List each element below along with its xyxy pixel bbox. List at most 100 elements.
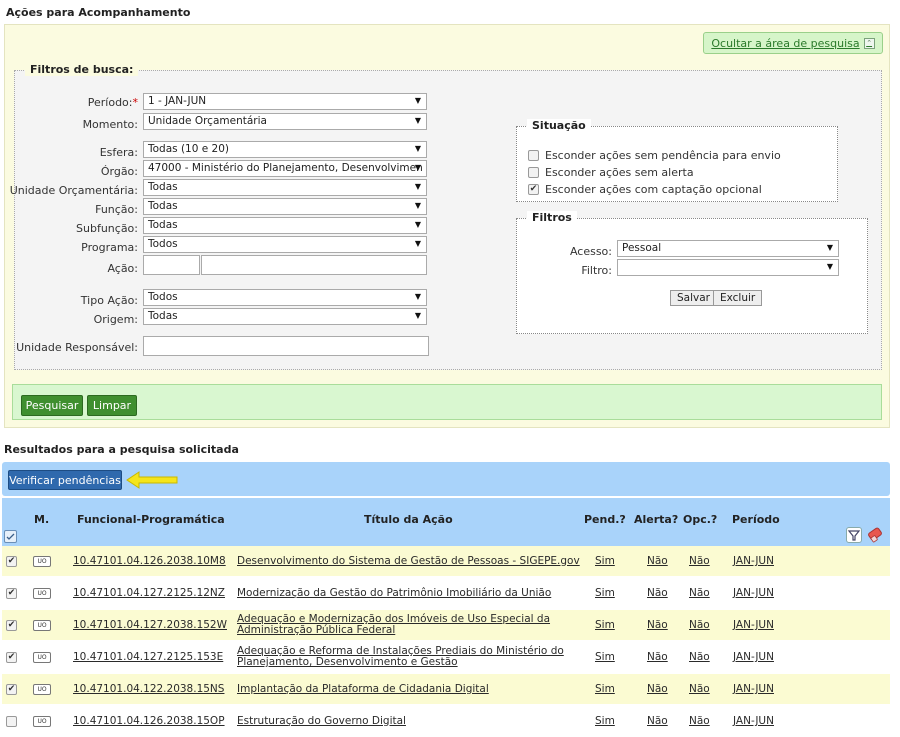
unidade-orcamentaria-select[interactable]: Todas ▼ [143, 179, 427, 196]
periodo-link[interactable]: JAN-JUN [733, 683, 774, 695]
acao-description-input[interactable] [201, 255, 427, 275]
opc-link[interactable]: Não [689, 715, 710, 727]
origem-select[interactable]: Todas ▼ [143, 308, 427, 325]
periodo-link[interactable]: JAN-JUN [733, 715, 774, 727]
filter-icon[interactable] [846, 527, 862, 543]
column-header-m[interactable]: M. [34, 513, 49, 526]
limpar-button[interactable]: Limpar [87, 395, 137, 416]
column-header-alerta[interactable]: Alerta? [634, 513, 678, 526]
salvar-button[interactable]: Salvar [670, 290, 717, 306]
titulo-link[interactable]: Desenvolvimento do Sistema de Gestão de … [237, 555, 580, 567]
pend-link[interactable]: Sim [595, 587, 615, 599]
alerta-link[interactable]: Não [647, 555, 668, 567]
funcional-link[interactable]: 10.47101.04.122.2038.15NS [73, 683, 224, 695]
periodo-link[interactable]: JAN-JUN [733, 555, 774, 567]
table-row[interactable]: ✔ UO 10.47101.04.127.2125.153E Adequação… [2, 642, 890, 672]
column-header-periodo[interactable]: Período [732, 513, 780, 526]
uo-badge-icon[interactable]: UO [33, 619, 51, 631]
row-checkbox-checked[interactable]: ✔ [6, 651, 17, 663]
periodo-link[interactable]: JAN-JUN [733, 619, 774, 631]
titulo-link-line2[interactable]: Administração Pública Federal [237, 625, 395, 636]
acesso-select[interactable]: Pessoal ▼ [617, 240, 839, 257]
row-checkbox-checked[interactable]: ✔ [6, 587, 17, 599]
situacao-option-sem-alerta[interactable]: Esconder ações sem alerta [528, 166, 694, 179]
opc-link[interactable]: Não [689, 555, 710, 567]
row-checkbox-checked[interactable]: ✔ [6, 619, 17, 631]
momento-select[interactable]: Unidade Orçamentária ▼ [143, 113, 427, 130]
titulo-link[interactable]: Modernização da Gestão do Patrimônio Imo… [237, 587, 551, 599]
table-row[interactable]: ✔ UO 10.47101.04.127.2125.12NZ Moderniza… [2, 578, 890, 608]
pend-link[interactable]: Sim [595, 715, 615, 727]
hide-search-button[interactable]: Ocultar a área de pesquisa ⌃ [703, 32, 883, 54]
table-row[interactable]: ✔ UO 10.47101.04.122.2038.15NS Implantaç… [2, 674, 890, 704]
opc-link[interactable]: Não [689, 683, 710, 695]
programa-select[interactable]: Todos ▼ [143, 236, 427, 253]
periodo-link[interactable]: JAN-JUN [733, 651, 774, 663]
funcional-link[interactable]: 10.47101.04.126.2038.15OP [73, 715, 225, 727]
opc-link[interactable]: Não [689, 619, 710, 631]
funcional-link[interactable]: 10.47101.04.126.2038.10M8 [73, 555, 226, 567]
row-checkbox-checked[interactable]: ✔ [6, 555, 17, 567]
alerta-link[interactable]: Não [647, 715, 668, 727]
pend-link[interactable]: Sim [595, 683, 615, 695]
funcional-link[interactable]: 10.47101.04.127.2125.12NZ [73, 587, 225, 599]
orgao-label: Órgão: [100, 165, 138, 178]
titulo-link[interactable]: Estruturação do Governo Digital [237, 715, 406, 727]
column-header-opc[interactable]: Opc.? [683, 513, 717, 526]
pend-link[interactable]: Sim [595, 555, 615, 567]
dropdown-arrow-icon: ▼ [414, 292, 421, 301]
alerta-link[interactable]: Não [647, 619, 668, 631]
verificar-pendencias-button[interactable]: Verificar pendências [8, 470, 122, 490]
filtro-label: Filtro: [581, 264, 612, 277]
funcional-link[interactable]: 10.47101.04.127.2038.152W [73, 619, 227, 631]
clear-filter-eraser-icon[interactable] [866, 527, 884, 543]
uo-badge-icon[interactable]: UO [33, 587, 51, 599]
funcional-link[interactable]: 10.47101.04.127.2125.153E [73, 651, 223, 663]
alerta-link[interactable]: Não [647, 651, 668, 663]
pesquisar-button[interactable]: Pesquisar [21, 395, 83, 416]
tipo-acao-select[interactable]: Todos ▼ [143, 289, 427, 306]
periodo-link[interactable]: JAN-JUN [733, 587, 774, 599]
dropdown-arrow-icon: ▼ [414, 96, 421, 105]
subfuncao-select[interactable]: Todas ▼ [143, 217, 427, 234]
esfera-label: Esfera: [99, 146, 138, 159]
titulo-link-line2[interactable]: Planejamento, Desenvolvimento e Gestão [237, 657, 458, 668]
column-header-funcional[interactable]: Funcional-Programática [77, 513, 225, 526]
row-checkbox[interactable] [6, 715, 17, 727]
orgao-select[interactable]: 47000 - Ministério do Planejamento, Dese… [143, 160, 427, 177]
situacao-option-sem-pendencia[interactable]: Esconder ações sem pendência para envio [528, 149, 781, 162]
periodo-label: Período:* [87, 96, 139, 109]
checkbox[interactable] [528, 150, 539, 161]
periodo-select[interactable]: 1 - JAN-JUN ▼ [143, 93, 427, 110]
required-mark: * [132, 96, 139, 109]
origem-label: Origem: [93, 313, 138, 326]
checkbox[interactable] [528, 167, 539, 178]
filtro-select[interactable]: ▼ [617, 259, 839, 276]
uo-badge-icon[interactable]: UO [33, 555, 51, 567]
alerta-link[interactable]: Não [647, 683, 668, 695]
select-all-checkbox-icon[interactable] [4, 530, 17, 543]
esfera-select[interactable]: Todas (10 e 20) ▼ [143, 141, 427, 158]
alerta-link[interactable]: Não [647, 587, 668, 599]
excluir-button[interactable]: Excluir [713, 290, 763, 306]
acao-code-input[interactable] [143, 255, 200, 275]
opc-link[interactable]: Não [689, 587, 710, 599]
uo-badge-icon[interactable]: UO [33, 683, 51, 695]
column-header-titulo[interactable]: Título da Ação [364, 513, 453, 526]
uo-badge-icon[interactable]: UO [33, 651, 51, 663]
opc-link[interactable]: Não [689, 651, 710, 663]
table-row[interactable]: ✔ UO 10.47101.04.126.2038.10M8 Desenvolv… [2, 546, 890, 576]
unidade-responsavel-input[interactable] [143, 336, 429, 356]
pend-link[interactable]: Sim [595, 651, 615, 663]
checkbox-checked[interactable]: ✔ [528, 184, 539, 195]
table-row[interactable]: ✔ UO 10.47101.04.127.2038.152W Adequação… [2, 610, 890, 640]
pend-link[interactable]: Sim [595, 619, 615, 631]
uo-badge-icon[interactable]: UO [33, 715, 51, 727]
column-header-pend[interactable]: Pend.? [584, 513, 626, 526]
titulo-link[interactable]: Implantação da Plataforma de Cidadania D… [237, 683, 489, 695]
funcao-select[interactable]: Todas ▼ [143, 198, 427, 215]
row-checkbox-checked[interactable]: ✔ [6, 683, 17, 695]
dropdown-arrow-icon: ▼ [826, 262, 833, 271]
situacao-option-captacao-opcional[interactable]: ✔ Esconder ações com captação opcional [528, 183, 762, 196]
table-row[interactable]: UO 10.47101.04.126.2038.15OP Estruturaçã… [2, 706, 890, 736]
